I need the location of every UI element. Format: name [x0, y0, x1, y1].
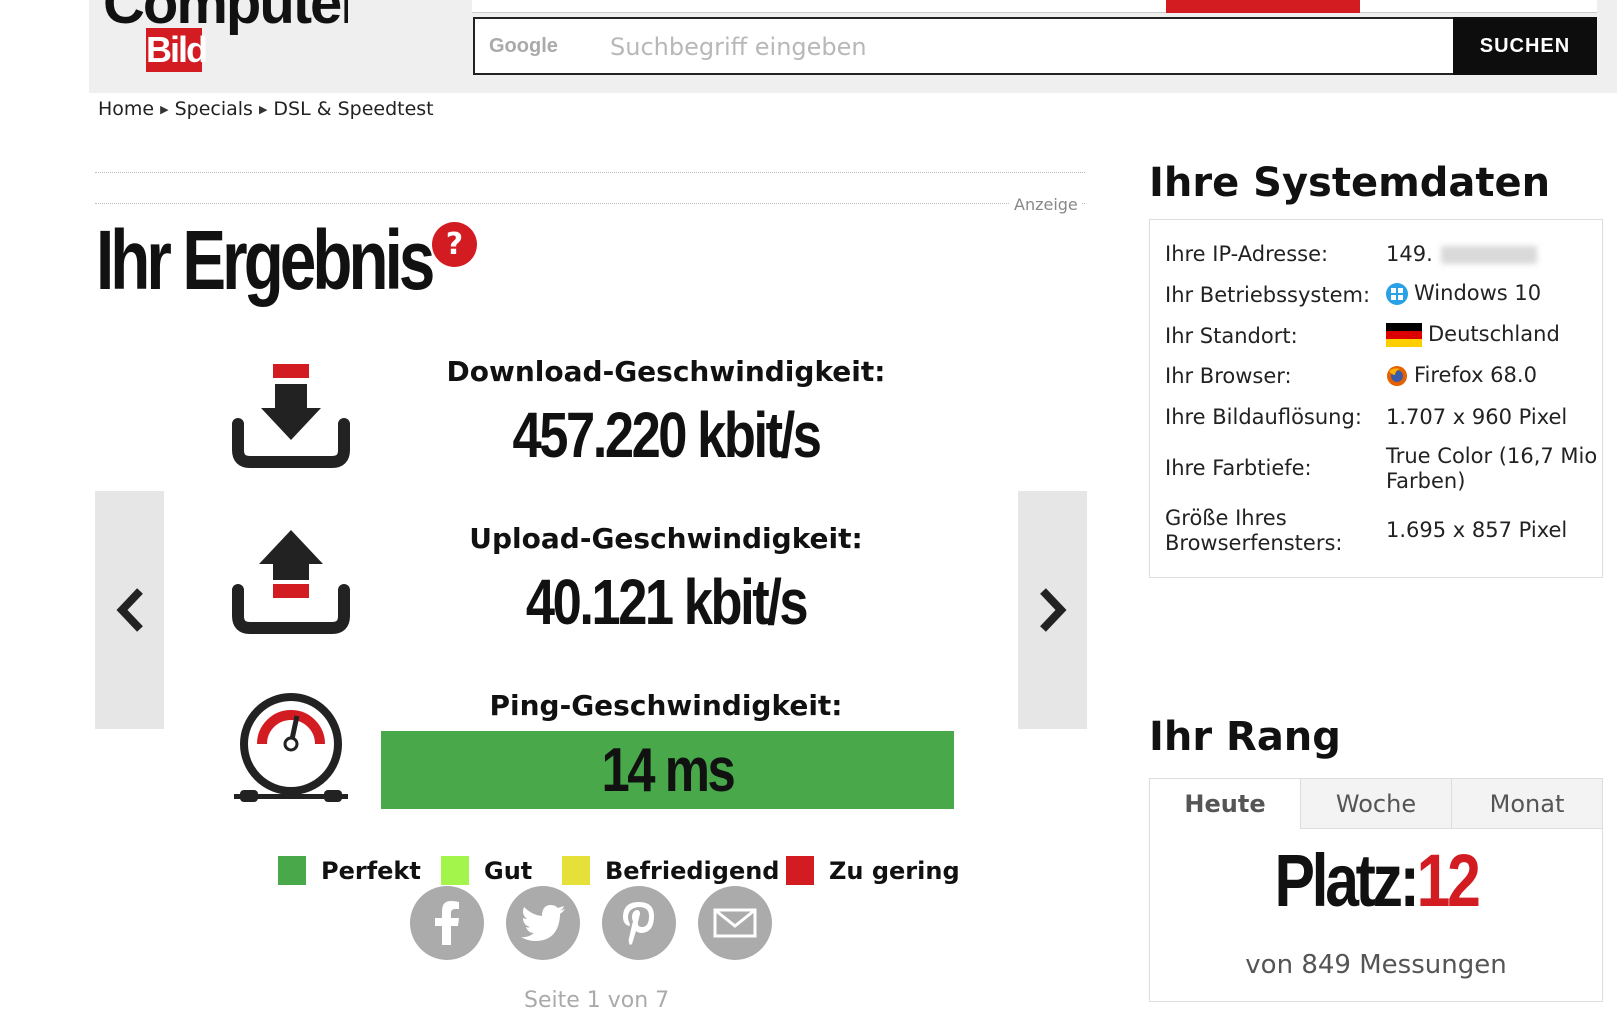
sys-label-resolution: Ihre Bildauflösung:	[1165, 405, 1362, 429]
page-indicator: Seite 1 von 7	[524, 988, 670, 1013]
ip-redacted	[1440, 245, 1537, 264]
windows-icon	[1386, 282, 1408, 305]
system-heading: Ihre Systemdaten	[1149, 160, 1551, 206]
tab-woche[interactable]: Woche	[1300, 779, 1451, 829]
sys-label-os: Ihr Betriebssystem:	[1165, 283, 1371, 307]
rank-total: von 849 Messungen	[1245, 950, 1507, 980]
rank-place-value: 12	[1416, 839, 1481, 922]
legend-swatch	[278, 856, 306, 885]
share-pinterest-button[interactable]	[602, 886, 676, 960]
tab-heute[interactable]: Heute	[1150, 779, 1300, 829]
speedometer-icon	[234, 693, 348, 802]
rank-heading: Ihr Rang	[1149, 714, 1341, 760]
legend-label: Gut	[484, 856, 533, 885]
breadcrumb-home[interactable]: Home	[98, 98, 154, 120]
page-title: Ihr Ergebnis	[96, 213, 435, 307]
next-page-button[interactable]	[1018, 491, 1087, 729]
search-button[interactable]: SUCHEN	[1453, 17, 1597, 75]
legend-swatch	[786, 856, 814, 885]
tab-monat[interactable]: Monat	[1451, 779, 1602, 829]
ping-label: Ping-Geschwindigkeit:	[489, 689, 843, 722]
mail-icon	[713, 908, 757, 938]
ip-value: 149.	[1386, 242, 1433, 266]
legend-perfekt: Perfekt	[278, 856, 421, 885]
rank-place-label: Platz:	[1274, 839, 1419, 922]
ping-value: 14 ms	[601, 735, 736, 805]
download-value: 457.220 kbit/s	[512, 399, 822, 471]
breadcrumb-specials[interactable]: Specials	[175, 98, 253, 120]
sys-label-ip: Ihre IP-Adresse:	[1165, 242, 1329, 266]
legend-zu-gering: Zu gering	[786, 856, 960, 885]
upload-value: 40.121 kbit/s	[525, 566, 809, 638]
share-facebook-button[interactable]	[410, 886, 484, 960]
legend-gut: Gut	[441, 856, 532, 885]
sys-value-resolution: 1.707 x 960 Pixel	[1386, 405, 1568, 429]
sys-value-color-depth: True Color (16,7 Mio Farben)	[1386, 444, 1598, 493]
breadcrumb-arrow-icon: ▶	[160, 102, 169, 116]
chevron-left-icon	[115, 588, 143, 632]
computer-bild-logo[interactable]: Computer Bild	[103, 0, 348, 85]
location-value: Deutschland	[1428, 322, 1560, 346]
chevron-right-icon	[1039, 588, 1067, 632]
breadcrumb-dsl[interactable]: DSL & Speedtest	[273, 98, 433, 120]
pinterest-icon	[623, 902, 654, 945]
logo-sub-badge: Bild	[146, 28, 208, 72]
upload-label: Upload-Geschwindigkeit:	[469, 522, 863, 555]
top-nav-strip	[472, 0, 1597, 13]
ad-label: Anzeige	[1010, 195, 1082, 214]
os-value: Windows 10	[1414, 281, 1542, 305]
sys-label-color-depth: Ihre Farbtiefe:	[1165, 456, 1312, 480]
download-label: Download-Geschwindigkeit:	[446, 355, 886, 388]
germany-flag-icon	[1386, 322, 1422, 347]
share-mail-button[interactable]	[698, 886, 772, 960]
sys-value-os: Windows 10	[1386, 281, 1601, 306]
legend-label: Zu gering	[829, 856, 960, 885]
legend-swatch	[562, 856, 590, 885]
breadcrumb-arrow-icon: ▶	[258, 102, 268, 116]
firefox-icon	[1387, 365, 1407, 386]
legend-befriedigend: Befriedigend	[562, 856, 779, 885]
divider	[95, 203, 1085, 204]
legend-label: Befriedigend	[605, 856, 780, 885]
twitter-icon	[521, 905, 565, 941]
sys-label-browser: Ihr Browser:	[1165, 364, 1292, 388]
share-twitter-button[interactable]	[506, 886, 580, 960]
sys-value-location: Deutschland	[1386, 322, 1601, 347]
sys-value-browser: Firefox 68.0	[1386, 363, 1601, 388]
sys-value-window-size: 1.695 x 857 Pixel	[1386, 518, 1568, 542]
divider	[95, 172, 1085, 173]
rank-place: Platz:12	[1190, 838, 1562, 923]
sys-label-window-size: Größe Ihres Browserfensters:	[1165, 506, 1343, 555]
legend-label: Perfekt	[321, 856, 421, 885]
help-icon[interactable]: ?	[432, 222, 477, 267]
browser-value: Firefox 68.0	[1414, 363, 1537, 387]
prev-page-button[interactable]	[95, 491, 164, 729]
search-input[interactable]	[608, 24, 1412, 70]
legend-swatch	[441, 856, 469, 885]
active-nav-tab[interactable]	[1166, 0, 1360, 13]
ping-bar: 14 ms	[381, 731, 954, 809]
logo-text: Computer	[103, 0, 348, 36]
sys-value-ip: 149.	[1386, 242, 1601, 267]
sys-label-location: Ihr Standort:	[1165, 324, 1298, 348]
breadcrumb: Home ▶ Specials ▶ DSL & Speedtest	[98, 98, 434, 120]
upload-icon	[232, 530, 350, 634]
google-logo: Google	[489, 35, 558, 57]
download-icon	[232, 364, 350, 468]
facebook-icon	[435, 901, 459, 945]
